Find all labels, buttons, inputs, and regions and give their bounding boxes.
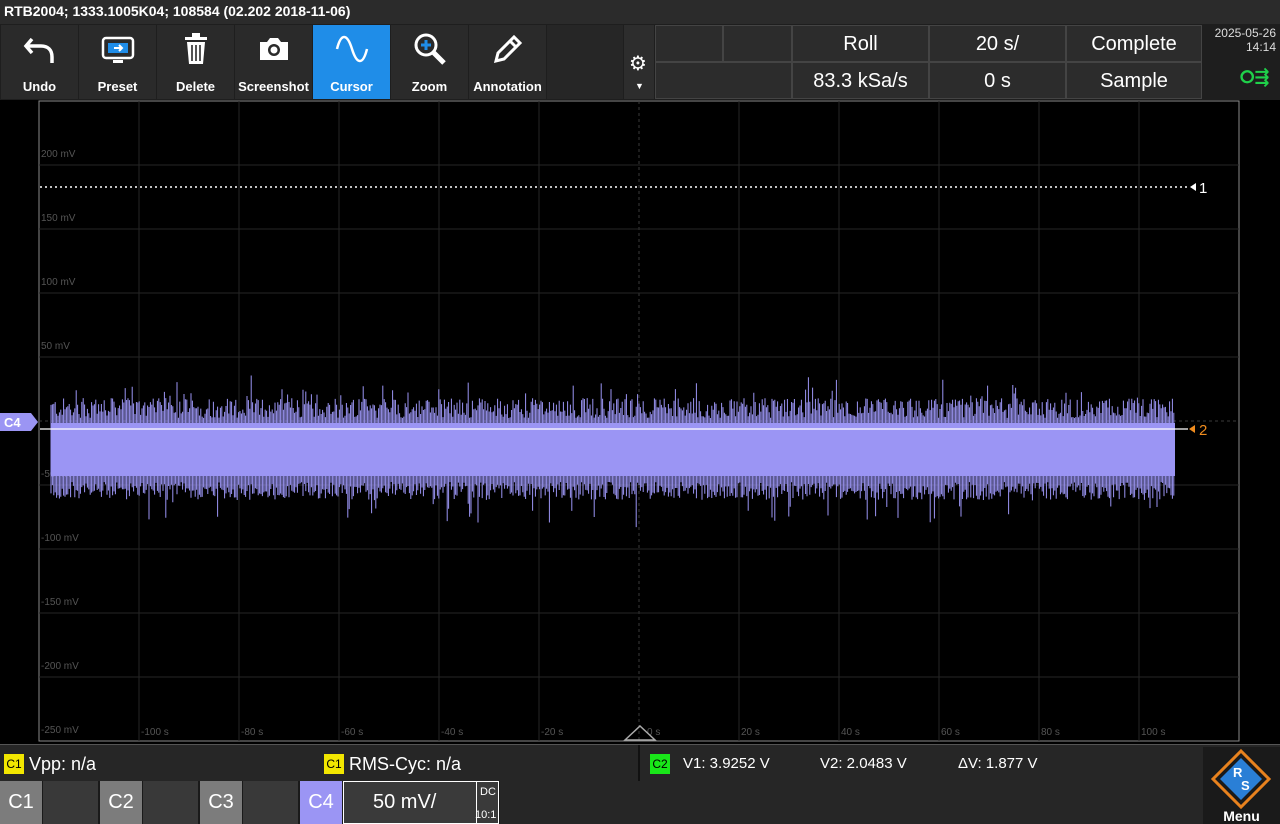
undo-icon — [1, 31, 78, 67]
x-label: 0 s — [647, 727, 660, 738]
y-label: -100 mV — [41, 533, 79, 544]
zoom-button[interactable]: Zoom — [391, 25, 468, 99]
cursor-channel-badge: C2 — [650, 754, 670, 774]
cursor-label: Cursor — [330, 79, 373, 94]
x-label: 80 s — [1041, 727, 1060, 738]
channel-4-scale: 50 mV/ — [373, 791, 437, 813]
y-label: 200 mV — [41, 149, 76, 160]
toolbar: Undo Preset Delete Screenshot Cursor Zoo… — [0, 24, 1280, 100]
datetime-panel: 2025-05-26 14:14 ⭘⇶ — [1203, 25, 1280, 99]
menu-label: Menu — [1223, 808, 1260, 824]
channel-4-settings: 50 mV/ DC 10:1 — [343, 781, 499, 824]
channel-4-label: C4 — [300, 781, 342, 824]
undo-label: Undo — [22, 79, 57, 94]
channel-4-marker-label: C4 — [4, 415, 21, 430]
acq-cell-empty-1 — [655, 25, 723, 62]
x-label: -20 s — [541, 727, 563, 738]
gear-icon: ⚙ — [629, 53, 647, 75]
x-label: 100 s — [1141, 727, 1165, 738]
trash-icon — [157, 31, 234, 67]
annotation-button[interactable]: Annotation — [469, 25, 546, 99]
channel-1-tab[interactable]: C1 — [0, 781, 98, 824]
meas-2-channel-badge: C1 — [324, 754, 344, 774]
meas-1-value[interactable]: Vpp: n/a — [29, 754, 96, 775]
cursor-button[interactable]: Cursor — [313, 25, 390, 99]
x-label: 20 s — [741, 727, 760, 738]
x-label: -60 s — [341, 727, 363, 738]
preset-button[interactable]: Preset — [79, 25, 156, 99]
undo-button[interactable]: Undo — [1, 25, 78, 99]
datetime-text: 2025-05-26 14:14 — [1215, 26, 1276, 54]
delete-button[interactable]: Delete — [157, 25, 234, 99]
annotation-label: Annotation — [473, 79, 542, 94]
preset-icon — [79, 31, 156, 67]
delete-label: Delete — [175, 79, 216, 94]
channel-4-tab[interactable]: C4 50 mV/ DC 10:1 — [300, 781, 499, 824]
time-text: 14:14 — [1245, 40, 1276, 54]
menu-button[interactable]: R S Menu — [1203, 747, 1280, 824]
sample-rate[interactable]: 83.3 kSa/s — [792, 62, 929, 99]
x-label: -80 s — [241, 727, 263, 738]
y-label: -150 mV — [41, 597, 79, 608]
y-label: -250 mV — [41, 725, 79, 736]
channel-1-label: C1 — [0, 781, 42, 824]
channel-2-settings — [143, 781, 198, 824]
cursor-wave-icon — [313, 31, 390, 67]
usb-icon: ⭘⇶ — [1240, 67, 1270, 87]
channel-3-settings — [243, 781, 298, 824]
x-label: -40 s — [441, 727, 463, 738]
screenshot-label: Screenshot — [238, 79, 309, 94]
screenshot-button[interactable]: Screenshot — [235, 25, 312, 99]
y-label: 150 mV — [41, 213, 76, 224]
divider — [638, 745, 640, 781]
title-bar: RTB2004; 1333.1005K04; 108584 (02.202 20… — [0, 0, 1280, 25]
date-text: 2025-05-26 — [1214, 26, 1276, 40]
x-label: 40 s — [841, 727, 860, 738]
cursor-v1-value: V1: 3.9252 V — [683, 755, 770, 772]
acq-cell-empty-3 — [655, 62, 792, 99]
cursor-delta-value: ΔV: 1.877 V — [958, 755, 1038, 772]
acq-type[interactable]: Sample — [1066, 62, 1202, 99]
chevron-down-icon: ▼ — [635, 81, 644, 91]
channel-1-settings — [43, 781, 98, 824]
meas-1-channel-badge: C1 — [4, 754, 24, 774]
zoom-icon — [391, 31, 468, 67]
settings-button[interactable]: ⚙ ▼ — [624, 25, 654, 99]
acq-status[interactable]: Complete — [1066, 25, 1202, 62]
acq-cell-empty-2 — [723, 25, 792, 62]
x-label: -100 s — [141, 727, 169, 738]
channel-2-tab[interactable]: C2 — [100, 781, 198, 824]
pencil-icon — [469, 31, 546, 67]
zoom-label: Zoom — [411, 79, 448, 94]
time-offset[interactable]: 0 s — [929, 62, 1066, 99]
cursor-1-label: 1 — [1199, 180, 1207, 197]
y-label: -200 mV — [41, 661, 79, 672]
channel-4-coupling: DC — [480, 786, 496, 798]
channel-bar-empty — [500, 781, 1203, 824]
channel-bar: C1 C2 C3 C4 50 mV/ DC 10:1 — [0, 781, 1280, 824]
y-label: 50 mV — [41, 341, 70, 352]
measurement-bar: C1 Vpp: n/a C1 RMS-Cyc: n/a C2 V1: 3.925… — [0, 744, 1280, 781]
waveform-band — [51, 423, 1175, 476]
channel-2-label: C2 — [100, 781, 142, 824]
toolbar-empty-slot — [547, 25, 623, 99]
y-label: 100 mV — [41, 277, 76, 288]
channel-3-label: C3 — [200, 781, 242, 824]
cursor-2-label: 2 — [1199, 422, 1207, 439]
time-scale[interactable]: 20 s/ — [929, 25, 1066, 62]
cursor-v2-value: V2: 2.0483 V — [820, 755, 907, 772]
svg-text:S: S — [1241, 778, 1250, 793]
waveform-display[interactable]: 200 mV 150 mV 100 mV 50 mV -50 mV -100 m… — [0, 100, 1280, 742]
preset-label: Preset — [97, 79, 138, 94]
acq-mode[interactable]: Roll — [792, 25, 929, 62]
x-label: 60 s — [941, 727, 960, 738]
camera-icon — [235, 31, 312, 67]
instrument-title: RTB2004; 1333.1005K04; 108584 (02.202 20… — [4, 3, 351, 19]
meas-2-value[interactable]: RMS-Cyc: n/a — [349, 754, 461, 775]
channel-3-tab[interactable]: C3 — [200, 781, 298, 824]
channel-4-probe: 10:1 — [475, 809, 497, 821]
